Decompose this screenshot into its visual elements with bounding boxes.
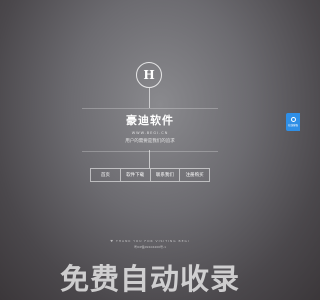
- site-title: 豪迪软件: [126, 114, 174, 127]
- watermark: 免费自动收录: [59, 262, 240, 296]
- nav-purchase[interactable]: 注册购买: [180, 169, 209, 181]
- chat-icon: [290, 117, 296, 122]
- nav-contact[interactable]: 联系我们: [151, 169, 181, 181]
- nav-download[interactable]: 软件下载: [121, 169, 151, 181]
- site-tagline: 用户的需要是我们的追求: [125, 139, 175, 144]
- online-service-label: 在线客服: [287, 124, 298, 127]
- nav-home[interactable]: 首页: [91, 169, 121, 181]
- hero-box: 豪迪软件 WWW.BEGI.CN 用户的需要是我们的追求: [82, 108, 218, 152]
- main-nav: 首页 软件下载 联系我们 注册购买: [90, 168, 210, 182]
- online-service-button[interactable]: 在线客服: [286, 113, 300, 131]
- site-url: WWW.BEGI.CN: [131, 131, 169, 135]
- footer-icp-link[interactable]: 粤ICP备09104400号-1: [0, 245, 300, 249]
- connector-line-bottom: [149, 150, 150, 168]
- connector-line-top: [149, 88, 150, 108]
- logo-icon: H: [136, 62, 162, 88]
- footer-thanks: ♥ THANK YOU FOR VISITING BEGI: [110, 239, 190, 243]
